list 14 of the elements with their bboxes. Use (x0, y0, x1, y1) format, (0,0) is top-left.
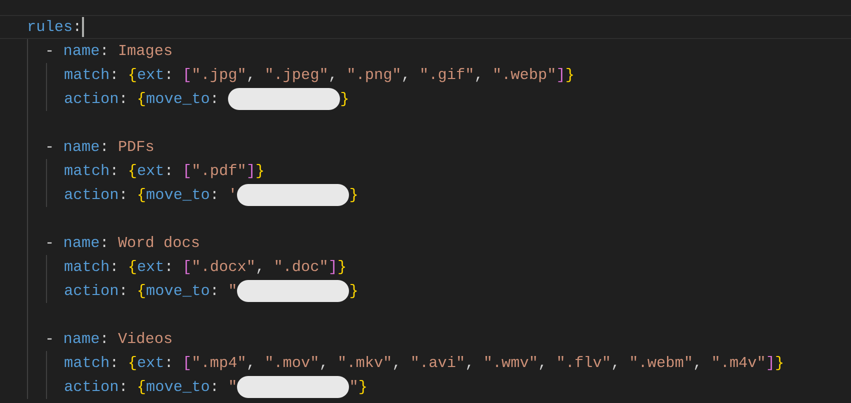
code-line: - name: PDFs (45, 138, 154, 156)
code-line: - name: Word docs (45, 234, 200, 252)
code-line: - name: Videos (45, 330, 173, 348)
code-line: match: {ext: [".jpg", ".jpeg", ".png", ".gif", ".webp"]} (64, 66, 575, 84)
code-line: action: {move_to: } (64, 88, 350, 110)
code-line: match: {ext: [".docx", ".doc"]} (64, 258, 347, 276)
code-line: - name: Images (45, 42, 173, 60)
code-line: action: {move_to: " } (64, 280, 358, 302)
code-line: rules: (27, 18, 82, 36)
code-line: action: {move_to: " "} (64, 376, 368, 398)
text-cursor (82, 17, 84, 37)
code-line: match: {ext: [".mp4", ".mov", ".mkv", ".avi", ".wmv", ".flv", ".webm", ".m4v"]} (64, 354, 784, 372)
code-line: action: {move_to: ' } (64, 184, 358, 206)
code-line: match: {ext: [".pdf"]} (64, 162, 265, 180)
